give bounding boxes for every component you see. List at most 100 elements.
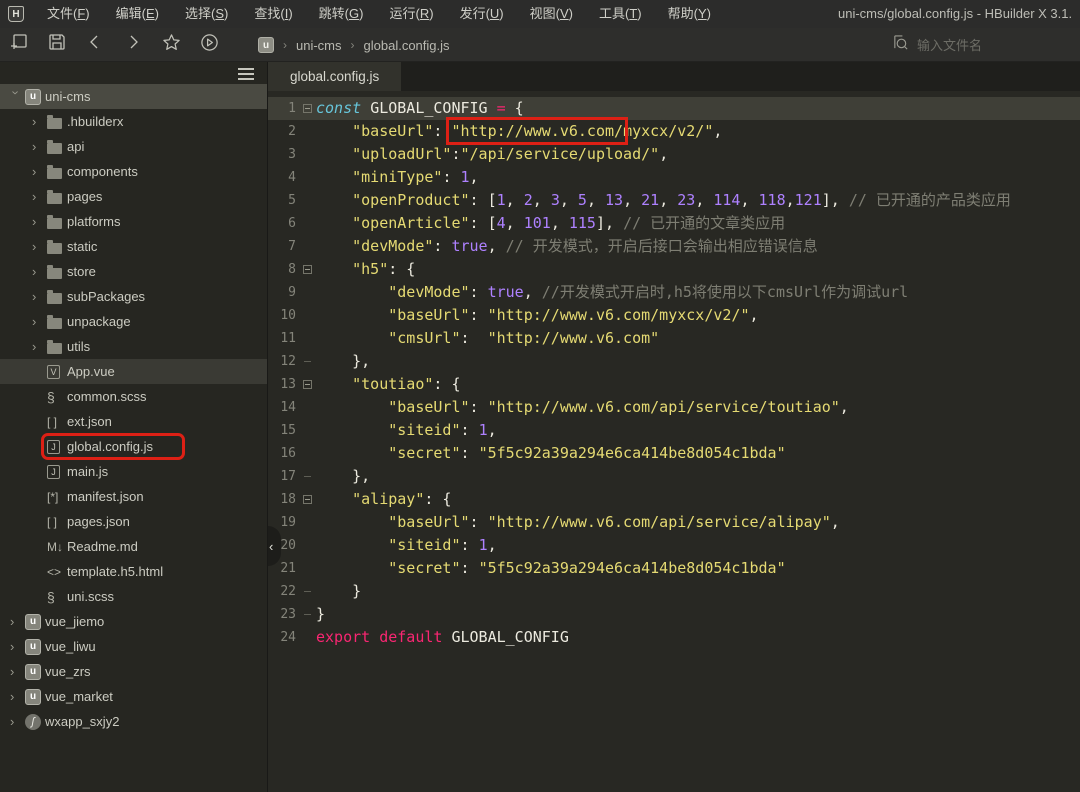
run-button[interactable] xyxy=(190,28,228,62)
menu-item-file[interactable]: 文件(F) xyxy=(34,0,103,28)
menu-item-publish[interactable]: 发行(U) xyxy=(447,0,517,28)
code-line-15[interactable]: 15 "siteid": 1, xyxy=(268,419,1080,442)
fold-marker[interactable] xyxy=(298,488,316,511)
code-line-20[interactable]: 20 "siteid": 1, xyxy=(268,534,1080,557)
breadcrumb-project[interactable]: uni-cms xyxy=(296,38,342,53)
fold-marker[interactable] xyxy=(298,465,316,488)
code-line-10[interactable]: 10 "baseUrl": "http://www.v6.com/myxcx/v… xyxy=(268,304,1080,327)
code-line-11[interactable]: 11 "cmsUrl": "http://www.v6.com" xyxy=(268,327,1080,350)
fold-gutter xyxy=(298,235,316,258)
menu-item-tools[interactable]: 工具(T) xyxy=(586,0,655,28)
tree-item-template-h5-html[interactable]: <>template.h5.html xyxy=(0,559,267,584)
back-button[interactable] xyxy=(76,28,114,62)
tree-item-pages[interactable]: ›pages xyxy=(0,184,267,209)
project-vue-market[interactable]: ›uvue_market xyxy=(0,684,267,709)
code-area[interactable]: 1const GLOBAL_CONFIG = {2 "baseUrl": "ht… xyxy=(268,91,1080,649)
menu-item-view[interactable]: 视图(V) xyxy=(517,0,586,28)
project-vue-jiemo[interactable]: ›uvue_jiemo xyxy=(0,609,267,634)
chevron-right-icon[interactable]: › xyxy=(32,114,47,129)
menu-item-find[interactable]: 查找(I) xyxy=(241,0,305,28)
code-line-2[interactable]: 2 "baseUrl": "http://www.v6.com/myxcx/v2… xyxy=(268,120,1080,143)
chevron-right-icon[interactable]: › xyxy=(32,239,47,254)
tree-item-main-js[interactable]: Jmain.js xyxy=(0,459,267,484)
code-line-4[interactable]: 4 "miniType": 1, xyxy=(268,166,1080,189)
code-line-14[interactable]: 14 "baseUrl": "http://www.v6.com/api/ser… xyxy=(268,396,1080,419)
tree-item-static[interactable]: ›static xyxy=(0,234,267,259)
fold-marker[interactable] xyxy=(298,603,316,626)
tree-item-store[interactable]: ›store xyxy=(0,259,267,284)
menu-item-help[interactable]: 帮助(Y) xyxy=(655,0,724,28)
code-line-9[interactable]: 9 "devMode": true, //开发模式开启时,h5将使用以下cmsU… xyxy=(268,281,1080,304)
code-line-18[interactable]: 18 "alipay": { xyxy=(268,488,1080,511)
code-line-5[interactable]: 5 "openProduct": [1, 2, 3, 5, 13, 21, 23… xyxy=(268,189,1080,212)
code-line-6[interactable]: 6 "openArticle": [4, 101, 115], // 已开通的文… xyxy=(268,212,1080,235)
menu-item-edit[interactable]: 编辑(E) xyxy=(103,0,172,28)
chevron-down-icon[interactable]: › xyxy=(9,91,24,106)
chevron-right-icon[interactable]: › xyxy=(32,164,47,179)
chevron-right-icon[interactable]: › xyxy=(10,639,25,654)
breadcrumb-file[interactable]: global.config.js xyxy=(364,38,450,53)
tree-root-uni-cms[interactable]: ›uuni-cms xyxy=(0,84,267,109)
code-line-7[interactable]: 7 "devMode": true, // 开发模式，开启后接口会输出相应错误信… xyxy=(268,235,1080,258)
code-line-12[interactable]: 12 }, xyxy=(268,350,1080,373)
search-input[interactable] xyxy=(917,38,1047,53)
chevron-right-icon[interactable]: › xyxy=(10,614,25,629)
tree-item-manifest-json[interactable]: [*]manifest.json xyxy=(0,484,267,509)
fold-marker[interactable] xyxy=(298,373,316,396)
favorite-button[interactable] xyxy=(152,28,190,62)
code-line-19[interactable]: 19 "baseUrl": "http://www.v6.com/api/ser… xyxy=(268,511,1080,534)
tree-item-app-vue[interactable]: VApp.vue xyxy=(0,359,267,384)
code-token: ], xyxy=(822,191,849,209)
chevron-right-icon[interactable]: › xyxy=(10,714,25,729)
chevron-right-icon[interactable]: › xyxy=(32,314,47,329)
tree-item-uni-scss[interactable]: §uni.scss xyxy=(0,584,267,609)
code-line-22[interactable]: 22 } xyxy=(268,580,1080,603)
code-line-13[interactable]: 13 "toutiao": { xyxy=(268,373,1080,396)
fold-marker[interactable] xyxy=(298,258,316,281)
code-line-8[interactable]: 8 "h5": { xyxy=(268,258,1080,281)
file-search[interactable] xyxy=(892,33,1072,57)
fold-marker[interactable] xyxy=(298,97,316,120)
chevron-right-icon[interactable]: › xyxy=(10,689,25,704)
tree-item-unpackage[interactable]: ›unpackage xyxy=(0,309,267,334)
fold-marker[interactable] xyxy=(298,350,316,373)
tree-item-pages-json[interactable]: [ ]pages.json xyxy=(0,509,267,534)
tree-item-api[interactable]: ›api xyxy=(0,134,267,159)
code-line-17[interactable]: 17 }, xyxy=(268,465,1080,488)
chevron-right-icon[interactable]: › xyxy=(32,189,47,204)
tree-item-platforms[interactable]: ›platforms xyxy=(0,209,267,234)
code-line-21[interactable]: 21 "secret": "5f5c92a39a294e6ca414be8d05… xyxy=(268,557,1080,580)
project-wxapp-sxjy2[interactable]: ›ʃwxapp_sxjy2 xyxy=(0,709,267,734)
menu-item-goto[interactable]: 跳转(G) xyxy=(306,0,377,28)
new-file-button[interactable] xyxy=(0,28,38,62)
tree-item-subpackages[interactable]: ›subPackages xyxy=(0,284,267,309)
tree-item-ext-json[interactable]: [ ]ext.json xyxy=(0,409,267,434)
tree-item-utils[interactable]: ›utils xyxy=(0,334,267,359)
tree-item-global-config-js[interactable]: Jglobal.config.js xyxy=(0,434,267,459)
chevron-right-icon[interactable]: › xyxy=(32,139,47,154)
chevron-right-icon[interactable]: › xyxy=(32,339,47,354)
tree-item-readme-md[interactable]: M↓Readme.md xyxy=(0,534,267,559)
project-vue-liwu[interactable]: ›uvue_liwu xyxy=(0,634,267,659)
code-line-3[interactable]: 3 "uploadUrl":"/api/service/upload/", xyxy=(268,143,1080,166)
code-line-24[interactable]: 24export default GLOBAL_CONFIG xyxy=(268,626,1080,649)
forward-button[interactable] xyxy=(114,28,152,62)
sidebar-menu-button[interactable] xyxy=(238,68,254,83)
tree-item-common-scss[interactable]: §common.scss xyxy=(0,384,267,409)
tab-global-config-js[interactable]: global.config.js xyxy=(268,62,401,91)
menu-item-run[interactable]: 运行(R) xyxy=(376,0,446,28)
chevron-right-icon[interactable]: › xyxy=(32,214,47,229)
chevron-right-icon[interactable]: › xyxy=(10,664,25,679)
code-line-1[interactable]: 1const GLOBAL_CONFIG = { xyxy=(268,97,1080,120)
save-button[interactable] xyxy=(38,28,76,62)
chevron-right-icon[interactable]: › xyxy=(32,264,47,279)
chevron-right-icon[interactable]: › xyxy=(32,289,47,304)
code-line-16[interactable]: 16 "secret": "5f5c92a39a294e6ca414be8d05… xyxy=(268,442,1080,465)
fold-marker[interactable] xyxy=(298,580,316,603)
tree-item--hbuilderx[interactable]: ›.hbuilderx xyxy=(0,109,267,134)
code-editor[interactable]: global.config.js 1const GLOBAL_CONFIG = … xyxy=(268,62,1080,792)
tree-item-components[interactable]: ›components xyxy=(0,159,267,184)
code-line-23[interactable]: 23} xyxy=(268,603,1080,626)
menu-item-select[interactable]: 选择(S) xyxy=(172,0,241,28)
project-vue-zrs[interactable]: ›uvue_zrs xyxy=(0,659,267,684)
